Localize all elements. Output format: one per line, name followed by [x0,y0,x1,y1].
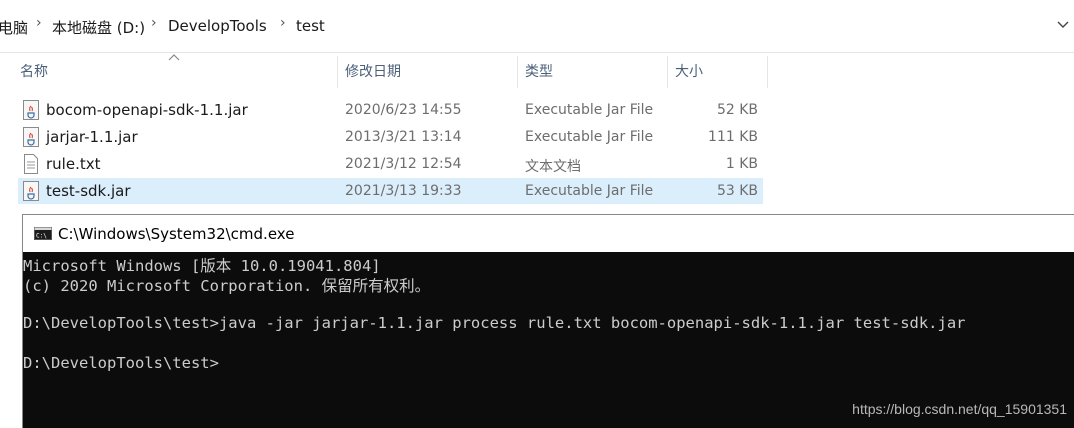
breadcrumb-item-test[interactable]: test [296,17,325,35]
file-name[interactable]: rule.txt [46,155,100,173]
file-name[interactable]: jarjar-1.1.jar [46,128,138,146]
chevron-right-icon[interactable]: › [280,15,286,31]
breadcrumb-item-drive[interactable]: 本地磁盘 (D:) [52,17,145,38]
watermark-text: https://blog.csdn.net/qq_15901351 [852,401,1067,417]
file-name[interactable]: test-sdk.jar [46,182,131,200]
file-type: Executable Jar File [525,102,654,118]
cmd-title-bar[interactable]: C:\ C:\Windows\System32\cmd.exe [23,215,1074,252]
file-row[interactable]: jarjar-1.1.jar 2013/3/21 13:14 Executabl… [18,124,763,150]
address-bar[interactable]: 电脑 › 本地磁盘 (D:) › DevelopTools › test [0,0,1074,53]
file-size: 53 KB [716,183,758,199]
breadcrumb-item-developtools[interactable]: DevelopTools [168,17,267,35]
text-file-icon [24,154,38,174]
file-row-selected[interactable]: test-sdk.jar 2021/3/13 19:33 Executable … [18,178,763,204]
column-header-row: 名称 修改日期 类型 大小 [0,54,770,88]
console-line: D:\DevelopTools\test>java -jar jarjar-1.… [23,314,966,332]
file-modified: 2020/6/23 14:55 [345,102,462,118]
file-modified: 2013/3/21 13:14 [345,129,462,145]
file-type: 文本文档 [525,159,581,175]
file-modified: 2021/3/12 12:54 [345,156,462,172]
chevron-down-icon[interactable] [1056,18,1070,32]
java-jar-icon [23,181,39,201]
file-row[interactable]: rule.txt 2021/3/12 12:54 文本文档 1 KB [18,151,763,177]
column-divider[interactable] [517,56,518,88]
sort-ascending-icon [168,54,180,61]
file-size: 52 KB [716,102,758,118]
column-divider[interactable] [337,56,338,88]
file-modified: 2021/3/13 19:33 [345,183,462,199]
file-type: Executable Jar File [525,129,654,145]
file-size: 1 KB [725,156,758,172]
console-prompt[interactable]: D:\DevelopTools\test> [23,354,219,372]
java-jar-icon [23,100,39,120]
cmd-title: C:\Windows\System32\cmd.exe [58,225,295,243]
file-size: 111 KB [708,129,758,145]
file-row[interactable]: bocom-openapi-sdk-1.1.jar 2020/6/23 14:5… [18,97,763,123]
cmd-window[interactable]: C:\ C:\Windows\System32\cmd.exe Microsof… [22,214,1074,428]
breadcrumb-item-pc[interactable]: 电脑 [0,17,28,38]
chevron-right-icon[interactable]: › [36,15,42,31]
console-icon: C:\ [34,227,52,240]
column-divider[interactable] [667,56,668,88]
svg-text:C:\: C:\ [36,233,47,240]
console-line: Microsoft Windows [版本 10.0.19041.804] [23,257,381,275]
console-line: (c) 2020 Microsoft Corporation. 保留所有权利。 [23,277,431,295]
column-header-name[interactable]: 名称 [20,56,48,88]
file-name[interactable]: bocom-openapi-sdk-1.1.jar [46,101,248,119]
column-divider[interactable] [767,56,768,88]
column-header-modified[interactable]: 修改日期 [345,56,401,88]
column-header-size[interactable]: 大小 [675,56,703,88]
java-jar-icon [23,127,39,147]
chevron-right-icon[interactable]: › [151,15,157,31]
file-type: Executable Jar File [525,183,654,199]
column-header-type[interactable]: 类型 [525,56,553,88]
console-output[interactable]: Microsoft Windows [版本 10.0.19041.804] (c… [23,252,1074,428]
